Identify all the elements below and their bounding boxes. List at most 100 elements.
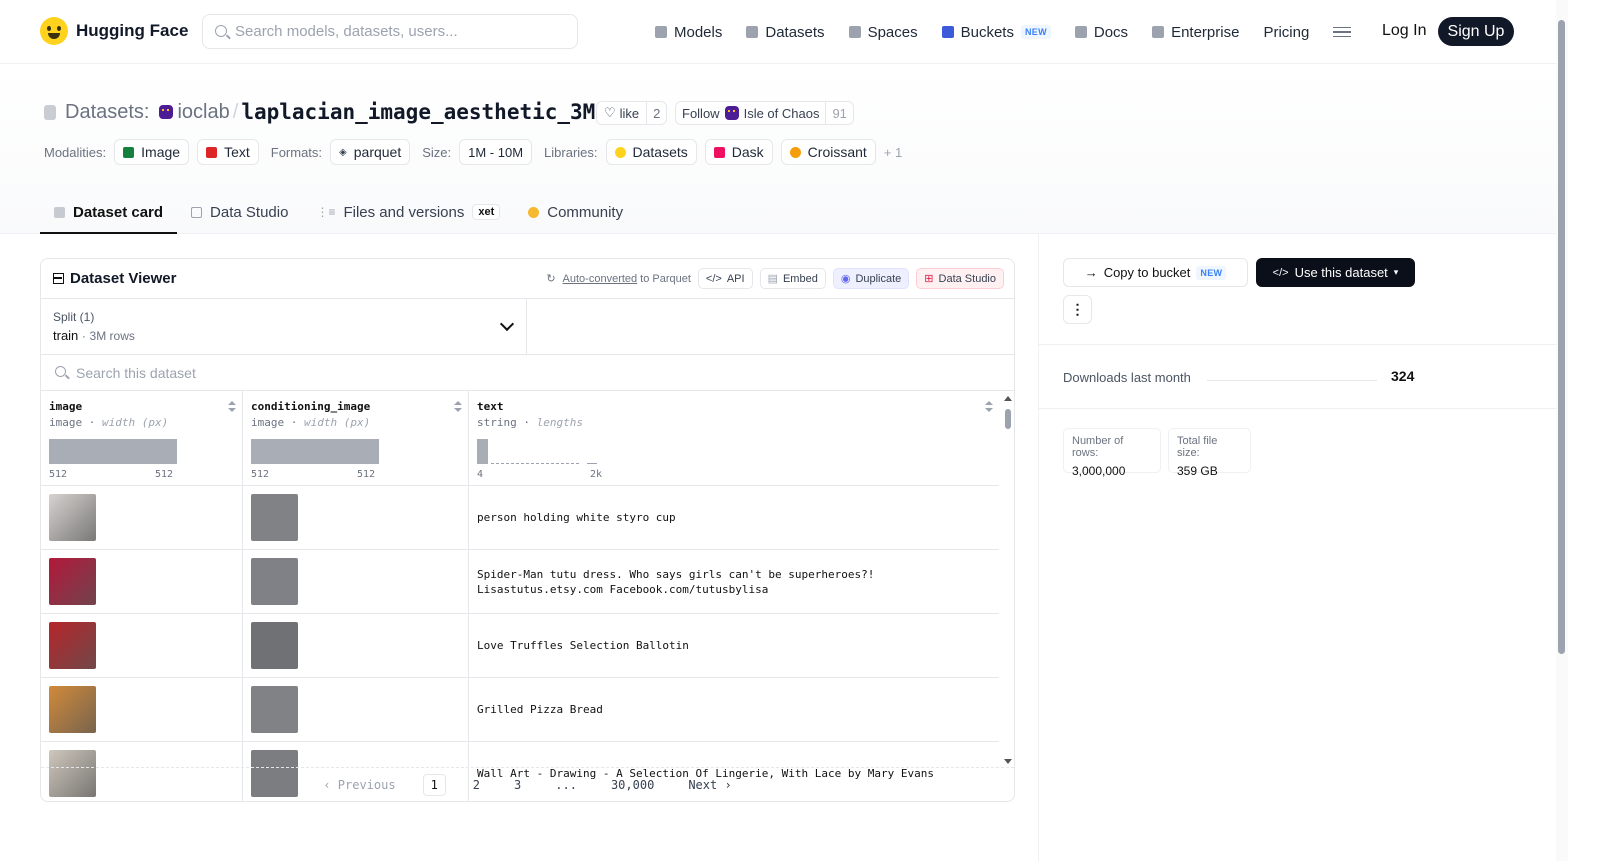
sort-icon[interactable] [985, 401, 993, 413]
use-this-dataset-button[interactable]: </> Use this dataset ▾ [1256, 258, 1415, 287]
nav-pricing[interactable]: Pricing [1263, 18, 1309, 46]
libraries-label: Libraries: [544, 144, 598, 160]
scrollbar-thumb[interactable] [1005, 409, 1011, 429]
more-libraries[interactable]: + 1 [884, 145, 902, 160]
image-thumbnail[interactable] [49, 686, 96, 733]
like-button[interactable]: ♡ like 2 [596, 101, 668, 125]
more-options-button[interactable]: ⋮ [1063, 295, 1092, 324]
repo-name[interactable]: laplacian_image_aesthetic_3M [241, 100, 595, 124]
page-2-button[interactable]: 2 [466, 775, 487, 795]
dataset-search-input[interactable]: Search this dataset [41, 355, 1014, 391]
size-tag[interactable]: 1M - 10M [459, 139, 533, 165]
viewer-title: Dataset Viewer [53, 270, 176, 287]
auto-converted-link[interactable]: Auto-converted [563, 273, 638, 285]
nav-models-label: Models [674, 23, 723, 41]
nav-docs[interactable]: Docs [1074, 18, 1128, 46]
table-icon: ⊞ [924, 273, 934, 285]
page-1-button[interactable]: 1 [422, 773, 446, 796]
next-page-button[interactable]: Next › [681, 775, 738, 795]
modality-image-tag[interactable]: Image [114, 139, 190, 165]
tab-community[interactable]: Community [514, 190, 637, 234]
sort-icon[interactable] [228, 401, 236, 413]
signup-button[interactable]: Sign Up [1438, 17, 1514, 46]
table-row[interactable]: Grilled Pizza Bread [41, 678, 999, 742]
org-link[interactable]: ioclab [177, 101, 229, 124]
text-cell[interactable]: Spider-Man tutu dress. Who says girls ca… [469, 550, 999, 614]
new-badge: NEW [1196, 265, 1227, 280]
conditioning-image-cell[interactable] [243, 614, 469, 678]
format-parquet-tag[interactable]: ◈ parquet [330, 139, 411, 165]
nav-buckets[interactable]: Buckets NEW [941, 18, 1051, 46]
croissant-icon [789, 146, 801, 158]
nav-models[interactable]: Models [655, 18, 722, 46]
tab-dataset-card[interactable]: Dataset card [40, 190, 178, 234]
image-cell[interactable] [41, 614, 243, 678]
follow-button[interactable]: Follow Isle of Chaos 91 [675, 101, 854, 125]
table-row[interactable]: Love Truffles Selection Ballotin [41, 614, 999, 678]
brand-logo[interactable]: Hugging Face [40, 17, 188, 45]
conditioning-image-cell[interactable] [243, 550, 469, 614]
scroll-down-icon[interactable] [1004, 759, 1012, 764]
conditioning-image-thumbnail[interactable] [251, 494, 298, 541]
nav-spaces[interactable]: Spaces [848, 18, 918, 46]
copy-to-bucket-button[interactable]: → Copy to bucket NEW [1063, 258, 1248, 287]
image-cell[interactable] [41, 486, 243, 550]
modality-text-tag[interactable]: Text [197, 139, 259, 165]
use-dataset-label: Use this dataset [1294, 265, 1388, 280]
data-studio-button[interactable]: ⊞ Data Studio [916, 268, 1004, 289]
library-datasets-tag[interactable]: Datasets [605, 139, 697, 165]
viewer-title-text: Dataset Viewer [70, 270, 177, 287]
image-cell[interactable] [41, 678, 243, 742]
table-row[interactable]: person holding white styro cup [41, 486, 999, 550]
conditioning-image-cell[interactable] [243, 486, 469, 550]
api-button[interactable]: </> API [697, 268, 753, 289]
conditioning-image-cell[interactable] [243, 678, 469, 742]
page-3-button[interactable]: 3 [507, 775, 528, 795]
text-cell[interactable]: Love Truffles Selection Ballotin [469, 614, 999, 678]
text-cell[interactable]: Grilled Pizza Bread [469, 678, 999, 742]
tab-data-studio[interactable]: Data Studio [177, 190, 302, 234]
datasets-breadcrumb[interactable]: Datasets: [65, 101, 149, 124]
conditioning-image-thumbnail[interactable] [251, 622, 298, 669]
hugging-face-icon [614, 146, 626, 158]
column-type: image [251, 416, 285, 429]
book-icon [1074, 26, 1087, 38]
global-search-input[interactable]: Search models, datasets, users... [202, 14, 578, 49]
image-thumbnail[interactable] [49, 622, 96, 669]
column-header-image[interactable]: image image · width (px) 512 512 [41, 391, 243, 486]
conditioning-image-thumbnail[interactable] [251, 686, 298, 733]
next-label: Next [688, 777, 718, 792]
split-selector[interactable]: Split (1) train · 3M rows [41, 299, 527, 354]
cube-icon [655, 26, 667, 38]
nav-enterprise[interactable]: Enterprise [1152, 18, 1239, 46]
column-header-conditioning-image[interactable]: conditioning_image image · width (px) 51… [243, 391, 469, 486]
duplicate-button[interactable]: ◉ Duplicate [832, 268, 910, 289]
previous-page-button[interactable]: ‹ Previous [316, 775, 402, 795]
conditioning-image-thumbnail[interactable] [251, 558, 298, 605]
library-croissant-tag[interactable]: Croissant [780, 139, 876, 165]
text-cell[interactable]: person holding white styro cup [469, 486, 999, 550]
column-header-text[interactable]: text string · lengths 4 2k [469, 391, 999, 486]
page-scrollbar-thumb[interactable] [1558, 20, 1565, 654]
image-cell[interactable] [41, 550, 243, 614]
tab-files-and-versions[interactable]: ⋮≡ Files and versions xet [302, 190, 514, 234]
duplicate-label: Duplicate [855, 272, 902, 285]
last-page-button[interactable]: 30,000 [604, 775, 661, 795]
login-link[interactable]: Log In [1382, 22, 1426, 40]
table-scrollbar[interactable] [1002, 391, 1012, 768]
nav-spaces-label: Spaces [867, 23, 918, 41]
table-row[interactable]: Spider-Man tutu dress. Who says girls ca… [41, 550, 999, 614]
page-scrollbar[interactable] [1556, 0, 1568, 861]
embed-button[interactable]: ▤ Embed [759, 268, 826, 289]
like-label: like [619, 105, 640, 121]
sort-icon[interactable] [454, 401, 462, 413]
enterprise-icon [1152, 26, 1165, 38]
text-value: person holding white styro cup [477, 511, 676, 524]
more-menu-icon[interactable] [1333, 27, 1352, 37]
top-navbar: Hugging Face Search models, datasets, us… [0, 0, 1556, 64]
nav-datasets[interactable]: Datasets [746, 18, 825, 46]
scroll-up-icon[interactable] [1004, 396, 1012, 401]
library-dask-tag[interactable]: Dask [704, 139, 773, 165]
image-thumbnail[interactable] [49, 494, 96, 541]
image-thumbnail[interactable] [49, 558, 96, 605]
